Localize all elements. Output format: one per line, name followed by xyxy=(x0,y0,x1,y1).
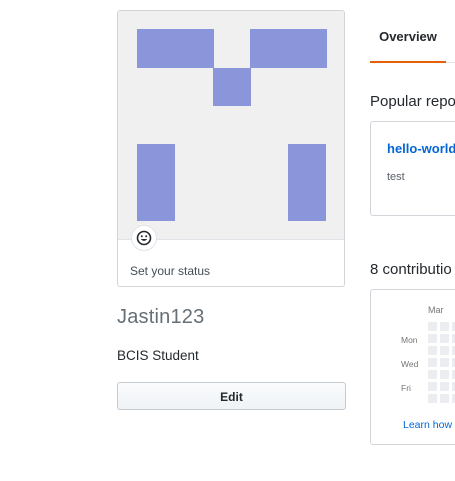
contributions-heading: 8 contributio xyxy=(370,261,452,278)
active-tab-indicator xyxy=(370,61,446,63)
contribution-cell[interactable] xyxy=(428,394,437,403)
contribution-cell[interactable] xyxy=(440,394,449,403)
bio: BCIS Student xyxy=(117,348,199,363)
learn-how-link[interactable]: Learn how xyxy=(403,419,452,431)
repo-link[interactable]: hello-world xyxy=(387,141,455,156)
contribution-cell[interactable] xyxy=(428,382,437,391)
contribution-cell[interactable] xyxy=(428,370,437,379)
tab-overview[interactable]: Overview xyxy=(370,29,446,44)
contribution-cell[interactable] xyxy=(440,382,449,391)
contribution-cell[interactable] xyxy=(440,370,449,379)
contribution-cell[interactable] xyxy=(428,334,437,343)
day-label-fri: Fri xyxy=(401,383,411,393)
contribution-cell[interactable] xyxy=(440,358,449,367)
contribution-cell[interactable] xyxy=(428,358,437,367)
contribution-cell[interactable] xyxy=(428,346,437,355)
contribution-cell[interactable] xyxy=(428,322,437,331)
username: Jastin123 xyxy=(117,306,205,328)
day-label-mon: Mon xyxy=(401,335,418,345)
contribution-cell[interactable] xyxy=(440,322,449,331)
popular-repos-heading: Popular repo xyxy=(370,93,455,110)
day-label-wed: Wed xyxy=(401,359,419,369)
profile-page: Set your status Jastin123 BCIS Student E… xyxy=(0,0,455,481)
smiley-icon[interactable] xyxy=(131,225,157,251)
avatar-card: Set your status xyxy=(117,10,345,287)
month-label: Mar xyxy=(428,305,444,315)
contribution-graph: Mar Mon Wed Fri Learn how xyxy=(370,289,455,445)
edit-profile-button[interactable]: Edit xyxy=(117,382,346,410)
status-text: Set your status xyxy=(130,264,211,278)
contribution-cell[interactable] xyxy=(440,346,449,355)
repo-card: hello-world test xyxy=(370,121,455,216)
repo-description: test xyxy=(387,171,405,183)
avatar[interactable] xyxy=(118,11,344,239)
contribution-cell[interactable] xyxy=(440,334,449,343)
